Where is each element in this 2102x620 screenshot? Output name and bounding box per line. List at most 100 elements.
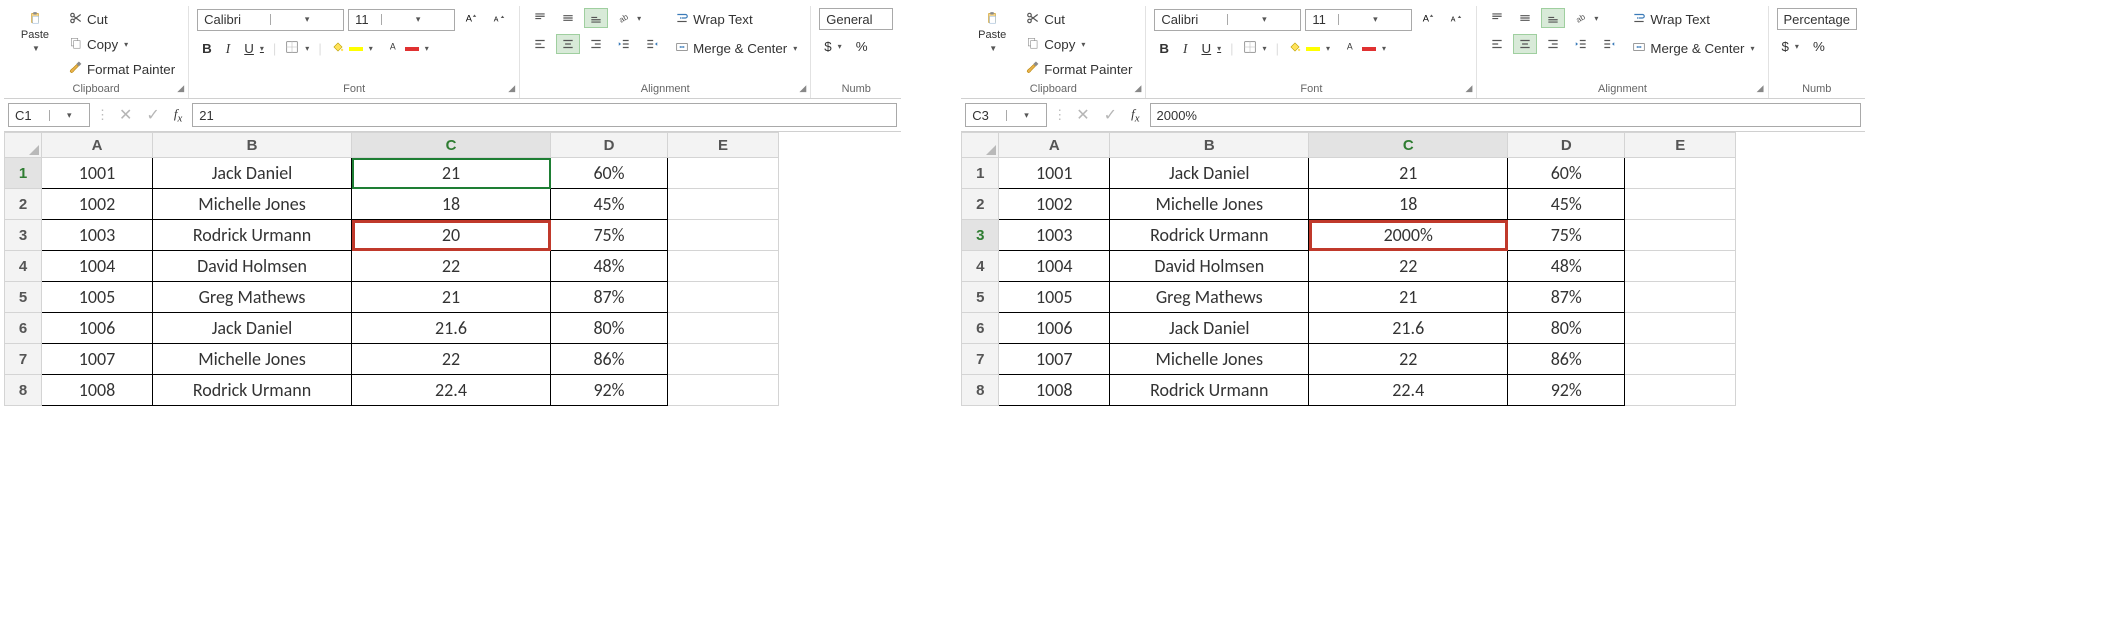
fx-icon[interactable]: fx xyxy=(170,106,186,125)
row-header-6[interactable]: 6 xyxy=(5,313,42,344)
percent-button[interactable]: % xyxy=(1808,36,1830,57)
decrease-font-button[interactable]: A xyxy=(1444,8,1468,31)
wrap-text-button[interactable]: Wrap Text xyxy=(670,8,802,31)
cell-C6[interactable]: 21.6 xyxy=(352,313,551,344)
cell-D7[interactable]: 86% xyxy=(1508,344,1625,375)
align-top-button[interactable] xyxy=(1485,8,1509,28)
merge-center-button[interactable]: Merge & Center▾ xyxy=(1627,37,1759,60)
cell-B2[interactable]: Michelle Jones xyxy=(153,189,352,220)
formula-input[interactable]: 2000% xyxy=(1150,103,1862,127)
dialog-launcher-icon[interactable]: ◢ xyxy=(1134,83,1141,94)
cell-C3[interactable]: 2000% xyxy=(1309,220,1508,251)
row-header-6[interactable]: 6 xyxy=(962,313,999,344)
cell-A2[interactable]: 1002 xyxy=(999,189,1110,220)
font-color-button[interactable]: A▾ xyxy=(1339,37,1391,60)
font-color-button[interactable]: A▾ xyxy=(382,37,434,60)
cancel-formula-button[interactable]: ✕ xyxy=(1072,105,1093,125)
cell-A8[interactable]: 1008 xyxy=(999,375,1110,406)
cell-D5[interactable]: 87% xyxy=(1508,282,1625,313)
italic-button[interactable]: I xyxy=(1178,38,1192,60)
cell-E2[interactable] xyxy=(1625,189,1736,220)
font-size-combo[interactable]: 11▾ xyxy=(348,9,455,31)
column-header-B[interactable]: B xyxy=(153,133,352,158)
cell-B4[interactable]: David Holmsen xyxy=(1110,251,1309,282)
currency-button[interactable]: $▾ xyxy=(819,36,846,57)
cell-E3[interactable] xyxy=(1625,220,1736,251)
row-header-8[interactable]: 8 xyxy=(5,375,42,406)
cell-D6[interactable]: 80% xyxy=(551,313,668,344)
align-left-button[interactable] xyxy=(528,34,552,54)
cell-D3[interactable]: 75% xyxy=(1508,220,1625,251)
cell-E6[interactable] xyxy=(1625,313,1736,344)
column-header-A[interactable]: A xyxy=(42,133,153,158)
cell-A4[interactable]: 1004 xyxy=(42,251,153,282)
cell-E8[interactable] xyxy=(668,375,779,406)
cell-E3[interactable] xyxy=(668,220,779,251)
cell-A3[interactable]: 1003 xyxy=(42,220,153,251)
wrap-text-button[interactable]: Wrap Text xyxy=(1627,8,1759,31)
cell-E6[interactable] xyxy=(668,313,779,344)
select-all-corner[interactable] xyxy=(962,133,999,158)
cell-D4[interactable]: 48% xyxy=(551,251,668,282)
copy-button[interactable]: Copy▾ xyxy=(64,33,180,56)
borders-button[interactable]: ▾ xyxy=(280,37,314,60)
row-header-1[interactable]: 1 xyxy=(5,158,42,189)
cell-B6[interactable]: Jack Daniel xyxy=(1110,313,1309,344)
cell-B5[interactable]: Greg Mathews xyxy=(153,282,352,313)
row-header-1[interactable]: 1 xyxy=(962,158,999,189)
bold-button[interactable]: B xyxy=(1154,38,1174,59)
column-header-D[interactable]: D xyxy=(1508,133,1625,158)
font-size-combo[interactable]: 11▾ xyxy=(1305,9,1412,31)
cell-A1[interactable]: 1001 xyxy=(42,158,153,189)
cell-D5[interactable]: 87% xyxy=(551,282,668,313)
cell-C4[interactable]: 22 xyxy=(352,251,551,282)
cell-C8[interactable]: 22.4 xyxy=(352,375,551,406)
row-header-7[interactable]: 7 xyxy=(5,344,42,375)
align-bottom-button[interactable] xyxy=(1541,8,1565,28)
cell-A7[interactable]: 1007 xyxy=(999,344,1110,375)
align-center-button[interactable] xyxy=(1513,34,1537,54)
underline-button[interactable]: U▾ xyxy=(1197,38,1227,59)
dialog-launcher-icon[interactable]: ◢ xyxy=(1465,83,1472,94)
select-all-corner[interactable] xyxy=(5,133,42,158)
orientation-button[interactable]: ab▾ xyxy=(1569,8,1603,28)
cell-C2[interactable]: 18 xyxy=(1309,189,1508,220)
cell-C2[interactable]: 18 xyxy=(352,189,551,220)
cell-E7[interactable] xyxy=(668,344,779,375)
increase-font-button[interactable]: A xyxy=(1416,8,1440,31)
cell-D2[interactable]: 45% xyxy=(1508,189,1625,220)
decrease-indent-button[interactable] xyxy=(612,34,636,54)
dialog-launcher-icon[interactable]: ◢ xyxy=(1757,83,1764,94)
decrease-indent-button[interactable] xyxy=(1569,34,1593,54)
cell-C5[interactable]: 21 xyxy=(352,282,551,313)
cell-D8[interactable]: 92% xyxy=(551,375,668,406)
align-left-button[interactable] xyxy=(1485,34,1509,54)
cell-B8[interactable]: Rodrick Urmann xyxy=(153,375,352,406)
cell-E5[interactable] xyxy=(1625,282,1736,313)
cell-A4[interactable]: 1004 xyxy=(999,251,1110,282)
cell-C6[interactable]: 21.6 xyxy=(1309,313,1508,344)
cell-E7[interactable] xyxy=(1625,344,1736,375)
cell-A2[interactable]: 1002 xyxy=(42,189,153,220)
cell-D7[interactable]: 86% xyxy=(551,344,668,375)
cell-C5[interactable]: 21 xyxy=(1309,282,1508,313)
cell-D1[interactable]: 60% xyxy=(551,158,668,189)
align-bottom-button[interactable] xyxy=(584,8,608,28)
column-header-B[interactable]: B xyxy=(1110,133,1309,158)
cell-A6[interactable]: 1006 xyxy=(999,313,1110,344)
cell-D2[interactable]: 45% xyxy=(551,189,668,220)
row-header-4[interactable]: 4 xyxy=(962,251,999,282)
cut-button[interactable]: Cut xyxy=(1021,8,1137,31)
dialog-launcher-icon[interactable]: ◢ xyxy=(177,83,184,94)
column-header-A[interactable]: A xyxy=(999,133,1110,158)
cell-D4[interactable]: 48% xyxy=(1508,251,1625,282)
row-header-7[interactable]: 7 xyxy=(962,344,999,375)
fill-color-button[interactable]: ▾ xyxy=(1283,37,1335,60)
cell-C7[interactable]: 22 xyxy=(1309,344,1508,375)
cell-B3[interactable]: Rodrick Urmann xyxy=(1110,220,1309,251)
cell-D8[interactable]: 92% xyxy=(1508,375,1625,406)
row-header-3[interactable]: 3 xyxy=(5,220,42,251)
cell-B5[interactable]: Greg Mathews xyxy=(1110,282,1309,313)
fx-icon[interactable]: fx xyxy=(1127,106,1143,125)
cell-C7[interactable]: 22 xyxy=(352,344,551,375)
